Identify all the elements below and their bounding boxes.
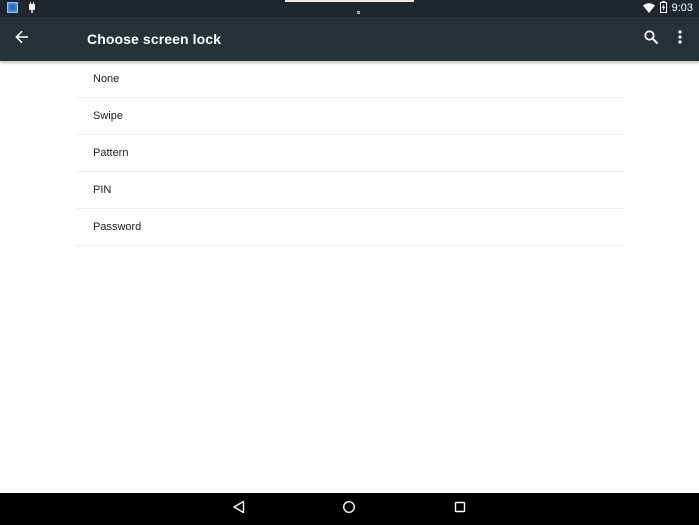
android-debug-icon bbox=[27, 0, 37, 18]
app-notification-icon bbox=[7, 0, 18, 18]
status-indicator-dot bbox=[357, 11, 360, 14]
option-label: PIN bbox=[93, 184, 112, 196]
nav-home-button[interactable] bbox=[337, 497, 361, 521]
search-icon bbox=[644, 29, 658, 49]
nav-recents-icon bbox=[453, 500, 467, 519]
option-label: None bbox=[93, 73, 120, 85]
option-swipe[interactable]: Swipe bbox=[77, 98, 624, 135]
page-title: Choose screen lock bbox=[87, 31, 222, 47]
option-none[interactable]: None bbox=[77, 61, 624, 98]
arrow-back-icon bbox=[15, 30, 29, 49]
app-bar: Choose screen lock bbox=[0, 17, 699, 61]
more-options-button[interactable] bbox=[666, 25, 694, 53]
nav-home-icon bbox=[342, 500, 356, 519]
navigation-bar bbox=[0, 493, 699, 525]
nav-recents-button[interactable] bbox=[448, 497, 472, 521]
status-left-icons bbox=[7, 1, 37, 14]
screen-lock-options-list: None Swipe Pattern PIN Password bbox=[77, 61, 624, 246]
screen: 9:03 Choose screen lock None Swipe Patte… bbox=[0, 0, 699, 525]
option-pin[interactable]: PIN bbox=[77, 172, 624, 209]
nav-back-button[interactable] bbox=[227, 497, 251, 521]
battery-charging-icon bbox=[659, 0, 667, 18]
status-time: 9:03 bbox=[671, 2, 693, 14]
option-label: Swipe bbox=[93, 110, 123, 122]
search-button[interactable] bbox=[637, 25, 665, 53]
nav-back-icon bbox=[232, 500, 246, 519]
status-drag-handle bbox=[285, 0, 414, 2]
option-label: Pattern bbox=[93, 147, 129, 159]
status-right-icons: 9:03 bbox=[642, 0, 693, 18]
option-pattern[interactable]: Pattern bbox=[77, 135, 624, 172]
status-bar: 9:03 bbox=[0, 0, 699, 17]
option-password[interactable]: Password bbox=[77, 209, 624, 246]
back-button[interactable] bbox=[8, 25, 36, 53]
option-label: Password bbox=[93, 221, 142, 233]
more-vert-icon bbox=[678, 29, 682, 49]
wifi-icon bbox=[642, 0, 655, 18]
